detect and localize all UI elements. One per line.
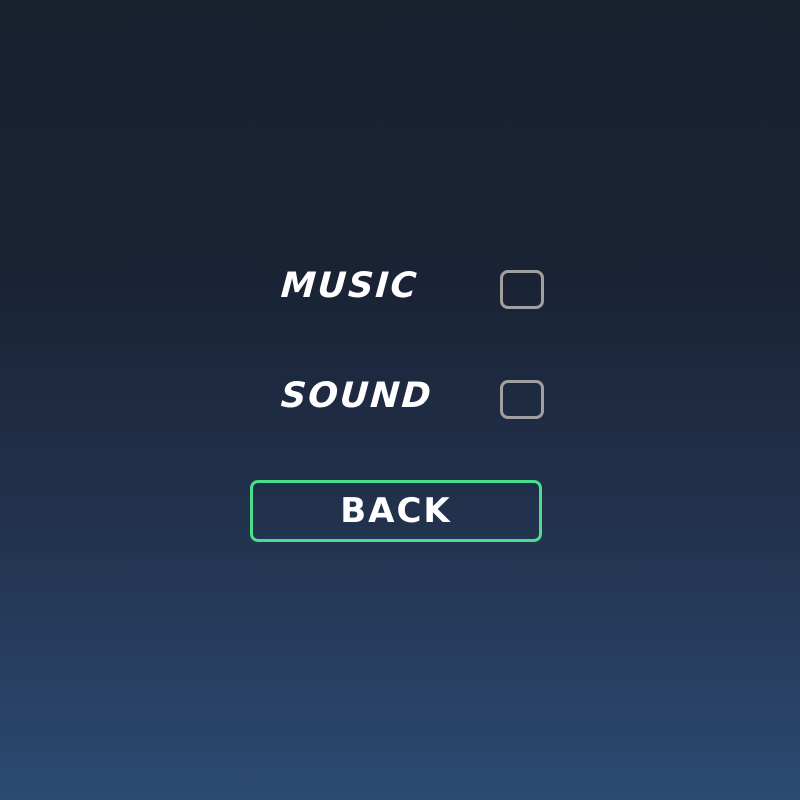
music-checkbox[interactable] (500, 270, 544, 309)
back-button[interactable]: BACK (250, 480, 542, 542)
sound-label: SOUND (279, 376, 435, 416)
music-label: MUSIC (279, 266, 420, 306)
sound-checkbox[interactable] (500, 380, 544, 419)
